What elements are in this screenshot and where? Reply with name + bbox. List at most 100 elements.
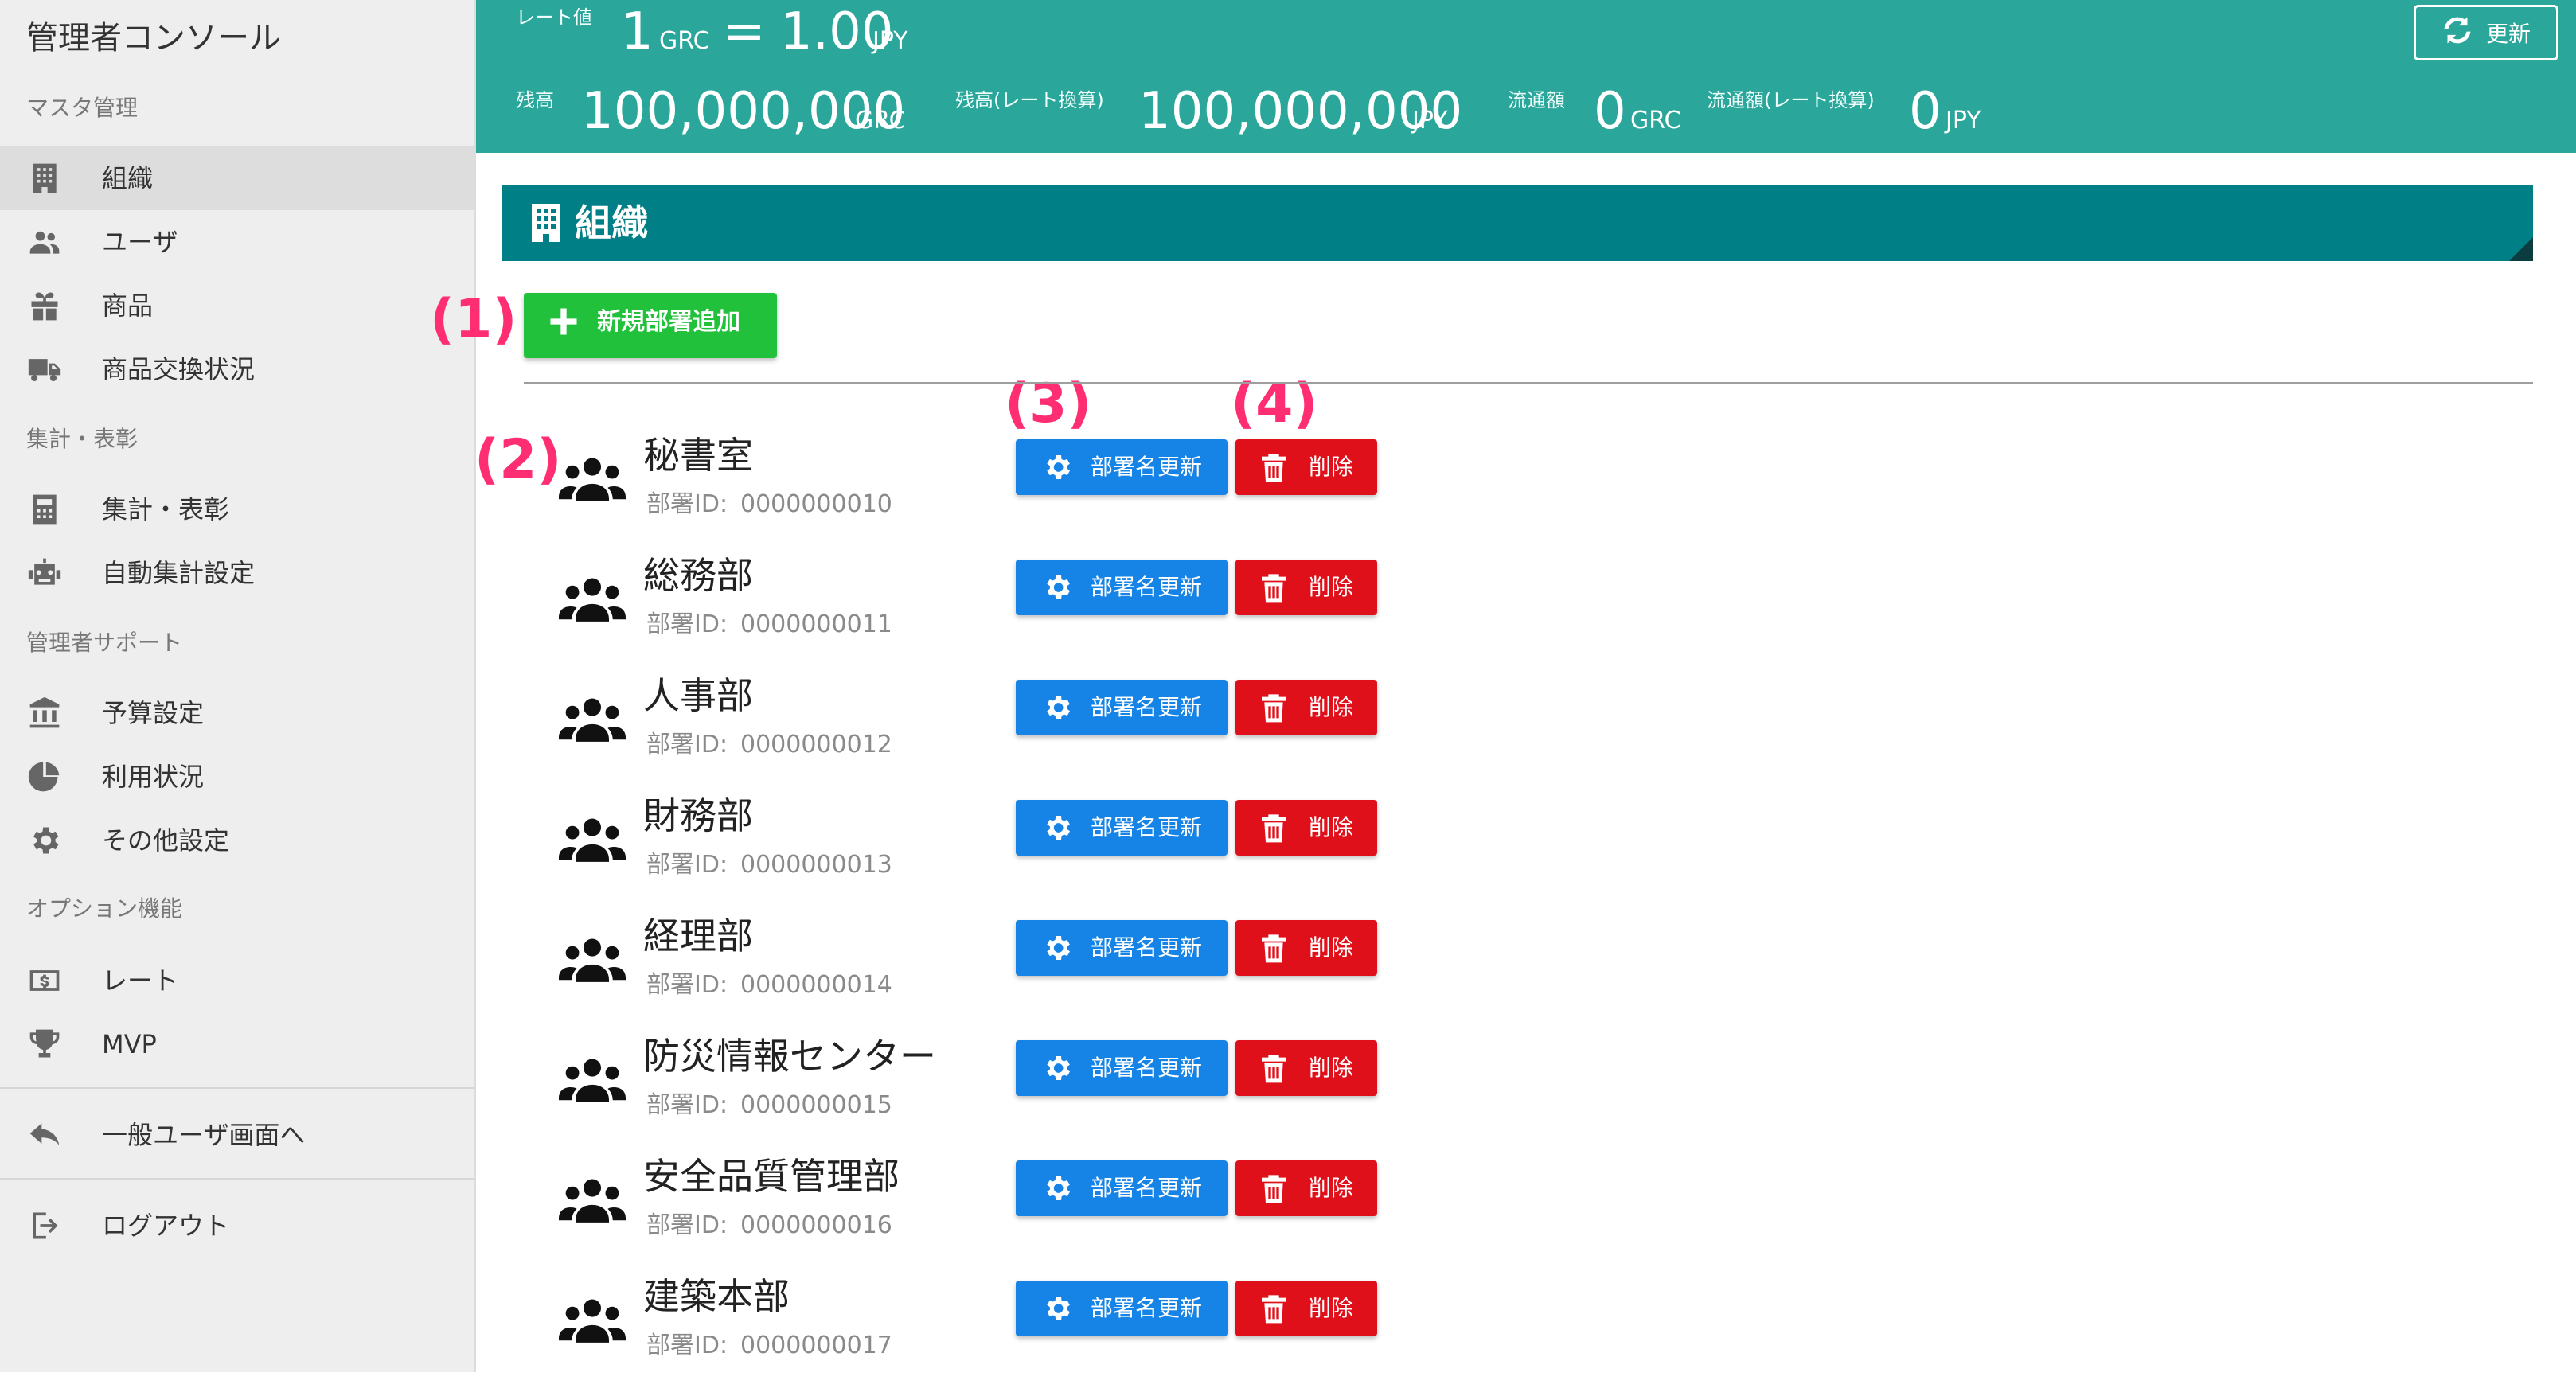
- sidebar-item-label: MVP: [102, 1029, 157, 1059]
- rename-department-button[interactable]: 部署名更新: [1016, 680, 1228, 735]
- department-id-label: 部署ID:: [646, 1091, 728, 1119]
- trash-icon: [1258, 811, 1290, 844]
- balance-label: 残高: [516, 89, 554, 111]
- delete-department-button[interactable]: 削除: [1235, 1160, 1377, 1216]
- sidebar-item-label: 利用状況: [102, 762, 205, 792]
- trash-icon: [1258, 691, 1290, 724]
- page-title-bar: 組織: [502, 185, 2533, 261]
- robot-icon: [25, 556, 64, 591]
- delete-department-button[interactable]: 削除: [1235, 439, 1377, 495]
- plus-icon: [546, 304, 581, 339]
- rename-department-button[interactable]: 部署名更新: [1016, 1281, 1228, 1336]
- rename-label: 部署名更新: [1091, 694, 1203, 720]
- department-name: 総務部: [643, 554, 753, 597]
- rename-department-button[interactable]: 部署名更新: [1016, 560, 1228, 615]
- rename-department-button[interactable]: 部署名更新: [1016, 920, 1228, 976]
- delete-department-button[interactable]: 削除: [1235, 1281, 1377, 1336]
- bank-icon: [25, 696, 64, 731]
- gear-icon: [1041, 451, 1073, 483]
- gear-icon: [1041, 1172, 1073, 1204]
- delete-department-button[interactable]: 削除: [1235, 1040, 1377, 1096]
- sidebar-item-label: ユーザ: [102, 227, 178, 257]
- group-icon: [559, 813, 626, 865]
- delete-label: 削除: [1309, 574, 1354, 600]
- refresh-button[interactable]: 更新: [2414, 5, 2558, 60]
- trash-icon: [1258, 931, 1290, 965]
- balance-converted-unit: JPY: [1412, 107, 1448, 135]
- section-label-aggregation: 集計・表彰: [26, 426, 139, 452]
- delete-department-button[interactable]: 削除: [1235, 680, 1377, 735]
- app-title: 管理者コンソール: [26, 20, 281, 57]
- gear-icon: [1041, 932, 1073, 964]
- sidebar-item-other-settings[interactable]: その他設定: [0, 809, 474, 872]
- sidebar: 管理者コンソール マスタ管理 組織 ユーザ 商品 商品交換状況 集計・表彰 集計…: [0, 0, 476, 1372]
- sidebar-item-label: 商品交換状況: [102, 354, 256, 384]
- rename-label: 部署名更新: [1091, 814, 1203, 840]
- circulation-converted-value: 0: [1909, 82, 1942, 141]
- rename-department-button[interactable]: 部署名更新: [1016, 1160, 1228, 1216]
- sidebar-item-label: 商品: [102, 291, 154, 321]
- add-department-button[interactable]: 新規部署追加: [524, 293, 777, 358]
- pie-chart-icon: [25, 759, 64, 794]
- department-row: 秘書室 部署ID: 0000000010 部署名更新 削除: [478, 434, 1433, 559]
- users-icon: [25, 224, 64, 259]
- circulation-converted-label: 流通額(レート換算): [1707, 89, 1875, 111]
- sidebar-item-exchange-status[interactable]: 商品交換状況: [0, 337, 474, 401]
- group-icon: [559, 1053, 626, 1106]
- delete-department-button[interactable]: 削除: [1235, 560, 1377, 615]
- sidebar-item-aggregation[interactable]: 集計・表彰: [0, 478, 474, 541]
- refresh-label: 更新: [2485, 21, 2531, 47]
- rate-label: レート値: [516, 6, 592, 29]
- department-id-label: 部署ID:: [646, 1332, 728, 1359]
- rename-label: 部署名更新: [1091, 934, 1203, 961]
- department-id: 0000000012: [740, 731, 892, 758]
- delete-department-button[interactable]: 削除: [1235, 800, 1377, 856]
- rate-left-value: 1: [621, 2, 654, 61]
- department-row: 安全品質管理部 部署ID: 0000000016 部署名更新 削除: [478, 1155, 1433, 1280]
- rename-department-button[interactable]: 部署名更新: [1016, 800, 1228, 856]
- divider-line: [524, 382, 2533, 384]
- sidebar-item-auto-aggregation[interactable]: 自動集計設定: [0, 541, 474, 605]
- rate-left-unit: GRC: [659, 27, 710, 55]
- delete-label: 削除: [1309, 1175, 1354, 1201]
- calculator-icon: [25, 492, 64, 527]
- department-row: 総務部 部署ID: 0000000011 部署名更新 削除: [478, 554, 1433, 679]
- sidebar-item-budget[interactable]: 予算設定: [0, 681, 474, 745]
- sidebar-item-logout[interactable]: ログアウト: [0, 1194, 474, 1258]
- group-icon: [559, 452, 626, 505]
- sidebar-item-organization[interactable]: 組織: [0, 146, 474, 210]
- rename-department-button[interactable]: 部署名更新: [1016, 1040, 1228, 1096]
- title-bar-fold: [2509, 237, 2533, 261]
- dollar-bill-icon: [25, 963, 64, 998]
- department-id: 0000000015: [740, 1091, 892, 1119]
- sidebar-item-usage[interactable]: 利用状況: [0, 745, 474, 809]
- department-id-label: 部署ID:: [646, 971, 728, 999]
- sidebar-item-rate[interactable]: レート: [0, 949, 474, 1012]
- gear-icon: [1041, 1052, 1073, 1084]
- sidebar-item-mvp[interactable]: MVP: [0, 1012, 474, 1076]
- trash-icon: [1258, 571, 1290, 604]
- gear-icon: [1041, 692, 1073, 723]
- trash-icon: [1258, 1051, 1290, 1085]
- department-row: 建築本部 部署ID: 0000000017 部署名更新 削除: [478, 1275, 1433, 1400]
- department-name: 安全品質管理部: [643, 1155, 900, 1198]
- sidebar-item-products[interactable]: 商品: [0, 274, 474, 337]
- group-icon: [559, 572, 626, 625]
- rename-department-button[interactable]: 部署名更新: [1016, 439, 1228, 495]
- group-icon: [559, 1293, 626, 1346]
- sidebar-item-general-user-screen[interactable]: 一般ユーザ画面へ: [0, 1103, 474, 1167]
- gift-icon: [25, 288, 64, 323]
- gear-icon: [1041, 571, 1073, 603]
- sidebar-item-label: 予算設定: [102, 698, 205, 728]
- delete-label: 削除: [1309, 814, 1354, 840]
- department-id: 0000000011: [740, 610, 892, 638]
- department-row: 経理部 部署ID: 0000000014 部署名更新 削除: [478, 914, 1433, 1039]
- delete-department-button[interactable]: 削除: [1235, 920, 1377, 976]
- section-label-master: マスタ管理: [26, 95, 139, 121]
- sidebar-item-users[interactable]: ユーザ: [0, 210, 474, 274]
- department-row: 財務部 部署ID: 0000000013 部署名更新 削除: [478, 794, 1433, 919]
- trash-icon: [1258, 1172, 1290, 1205]
- department-name: 経理部: [643, 914, 753, 957]
- header-status-bar: レート値 1 GRC = 1.00 JPY 残高 100,000,000 GRC…: [476, 0, 2576, 153]
- gear-icon: [1041, 1293, 1073, 1324]
